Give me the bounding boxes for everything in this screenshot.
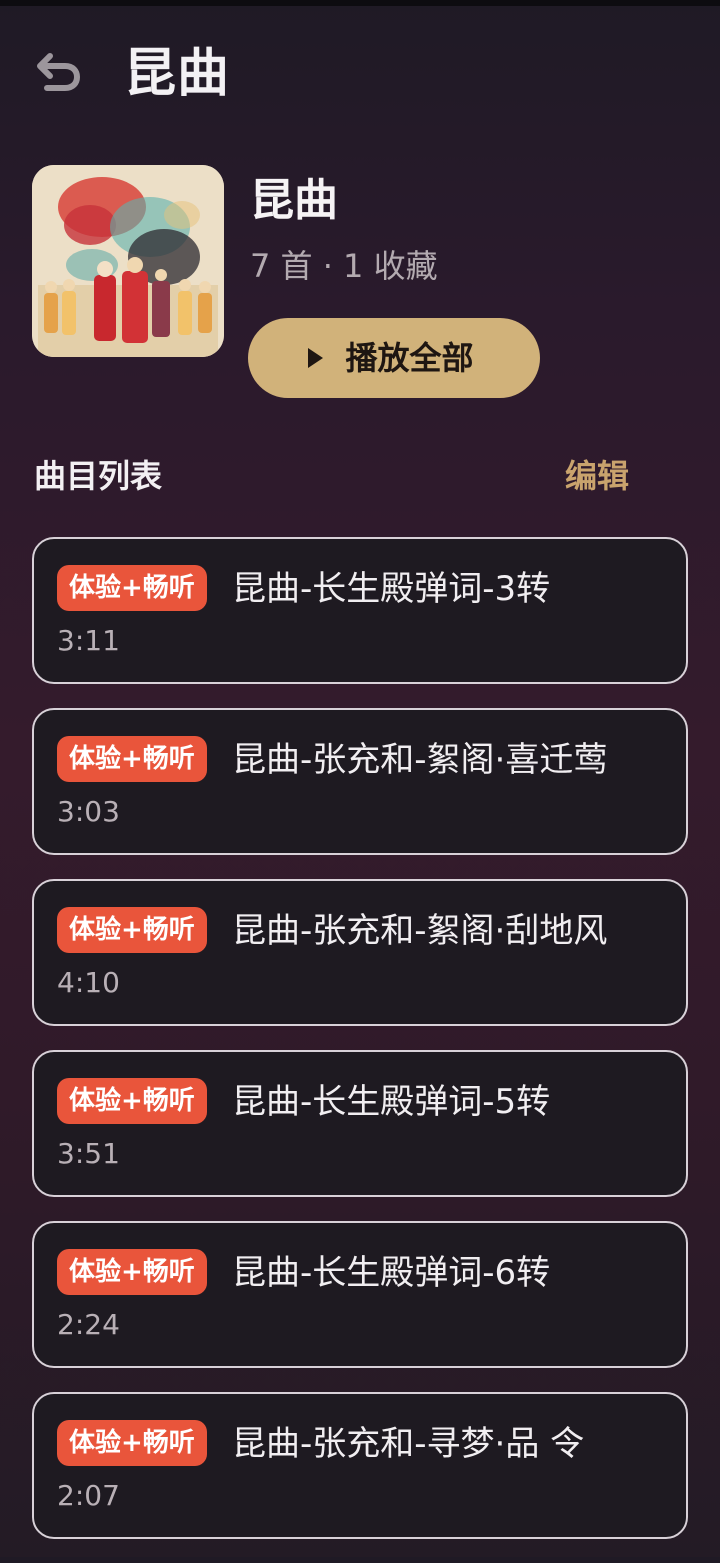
track-item[interactable]: 体验+畅听 昆曲-长生殿弹词-5转 3:51 — [32, 1050, 688, 1197]
trial-badge: 体验+畅听 — [57, 565, 207, 611]
trial-badge: 体验+畅听 — [57, 907, 207, 953]
track-duration: 3:03 — [57, 795, 120, 828]
track-title: 昆曲-长生殿弹词-6转 — [232, 1253, 551, 1293]
trial-badge: 体验+畅听 — [57, 736, 207, 782]
undo-back-icon — [37, 53, 81, 91]
status-bar — [0, 0, 720, 6]
track-title: 昆曲-张充和-絮阁·喜迁莺 — [232, 740, 608, 780]
trial-badge: 体验+畅听 — [57, 1078, 207, 1124]
track-title: 昆曲-张充和-絮阁·刮地风 — [232, 911, 608, 951]
track-title: 昆曲-长生殿弹词-5转 — [232, 1082, 551, 1122]
play-all-button[interactable]: 播放全部 — [248, 318, 540, 398]
track-duration: 4:10 — [57, 966, 120, 999]
track-item[interactable]: 体验+畅听 昆曲-长生殿弹词-3转 3:11 — [32, 537, 688, 684]
play-triangle-icon — [308, 348, 324, 368]
edit-button[interactable]: 编辑 — [565, 454, 629, 498]
album-cover-artwork — [32, 165, 224, 357]
track-list: 体验+畅听 昆曲-长生殿弹词-3转 3:11 体验+畅听 昆曲-张充和-絮阁·喜… — [32, 537, 688, 1563]
track-title: 昆曲-张充和-寻梦·品 令 — [232, 1424, 585, 1464]
track-duration: 3:51 — [57, 1137, 120, 1170]
album-meta: 7 首 · 1 收藏 — [250, 247, 438, 285]
album-name: 昆曲 — [250, 175, 338, 226]
track-duration: 3:11 — [57, 624, 120, 657]
album-cover[interactable] — [32, 165, 224, 357]
track-title: 昆曲-长生殿弹词-3转 — [232, 569, 551, 609]
back-button[interactable] — [26, 40, 90, 104]
play-all-label: 播放全部 — [345, 339, 474, 377]
track-duration: 2:24 — [57, 1308, 120, 1341]
trial-badge: 体验+畅听 — [57, 1420, 207, 1466]
page-title: 昆曲 — [124, 44, 231, 104]
track-item[interactable]: 体验+畅听 昆曲-长生殿弹词-6转 2:24 — [32, 1221, 688, 1368]
trial-badge: 体验+畅听 — [57, 1249, 207, 1295]
track-item[interactable]: 体验+畅听 昆曲-张充和-寻梦·品 令 2:07 — [32, 1392, 688, 1539]
track-item[interactable]: 体验+畅听 昆曲-张充和-絮阁·刮地风 4:10 — [32, 879, 688, 1026]
track-item[interactable]: 体验+畅听 昆曲-张充和-絮阁·喜迁莺 3:03 — [32, 708, 688, 855]
track-list-title: 曲目列表 — [34, 457, 163, 495]
track-duration: 2:07 — [57, 1479, 120, 1512]
